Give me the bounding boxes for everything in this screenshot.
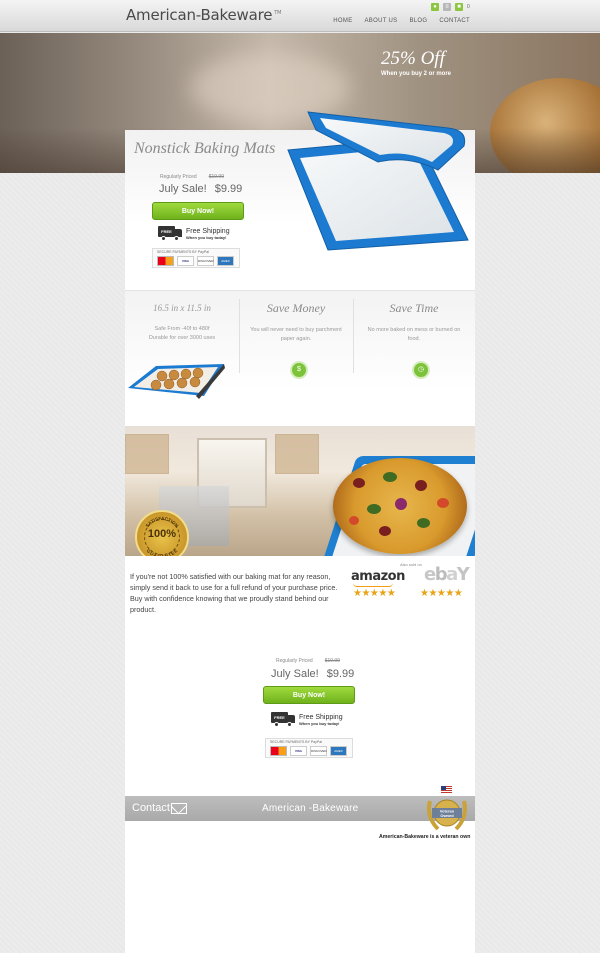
truck-label: FREE bbox=[158, 226, 175, 237]
baking-mat-image bbox=[287, 111, 469, 251]
list-icon[interactable]: ≡ bbox=[443, 3, 451, 11]
regular-price-row-2: Regularly Priced $19.99 bbox=[276, 658, 340, 664]
payment-badge: SECURE PAYMENTS BY PayPal VISA DISCOVER … bbox=[152, 248, 240, 268]
visa-icon: VISA bbox=[290, 746, 307, 756]
mail-icon[interactable] bbox=[171, 803, 187, 814]
amazon-rating-stars: ★★★★★ bbox=[353, 588, 396, 599]
user-icon[interactable]: ● bbox=[431, 3, 439, 11]
sale-price-row-2: July Sale! $9.99 bbox=[271, 668, 355, 680]
regular-price: $19.99 bbox=[208, 174, 224, 180]
regular-label: Regularly Priced bbox=[160, 174, 197, 180]
product-title: Nonstick Baking Mats bbox=[134, 140, 276, 157]
nav-home[interactable]: HOME bbox=[333, 18, 352, 24]
badge-line-2: Owned bbox=[440, 813, 454, 818]
temp-range-text: Safe From -40f to 480f bbox=[154, 326, 210, 332]
buy-now-button[interactable]: Buy Now! bbox=[152, 202, 244, 220]
save-money-title: Save Money bbox=[266, 301, 326, 315]
logo-tm: TM bbox=[274, 10, 282, 16]
veteran-caption: American-Bakeware is a veteran own bbox=[379, 834, 471, 840]
ebay-logo[interactable]: ebaY bbox=[424, 564, 470, 585]
free-shipping: FREE Free Shipping When you buy today! bbox=[158, 226, 230, 241]
truck-icon: FREE bbox=[271, 712, 295, 727]
discover-icon: DISCOVER bbox=[310, 746, 327, 756]
footer-contact-link[interactable]: Contact bbox=[132, 802, 170, 814]
pizza bbox=[333, 458, 467, 554]
amazon-logo[interactable]: amazon bbox=[351, 569, 405, 584]
ebay-rating-stars: ★★★★★ bbox=[420, 588, 463, 599]
save-time-title: Save Time bbox=[389, 301, 439, 315]
regular-price-row: Regularly Priced $19.99 bbox=[160, 174, 224, 180]
visa-icon: VISA bbox=[177, 256, 194, 266]
top-header bbox=[0, 0, 600, 32]
sale-price: $9.99 bbox=[214, 183, 243, 195]
mastercard-icon bbox=[157, 256, 174, 266]
amazon-smile-icon bbox=[353, 583, 393, 587]
truck-icon: FREE bbox=[158, 226, 182, 241]
amex-icon: AMEX bbox=[217, 256, 234, 266]
cookies-on-mat-image bbox=[128, 364, 225, 399]
sale-price-row: July Sale! $9.99 bbox=[159, 183, 242, 195]
sale-label: July Sale! bbox=[159, 183, 207, 195]
shipping-title: Free Shipping bbox=[186, 227, 230, 235]
guarantee-text: If you're not 100% satisfied with our ba… bbox=[130, 572, 338, 614]
secure-payments-label: SECURE PAYMENTS BY PayPal bbox=[157, 250, 209, 254]
veteran-owned-badge: Veteran Owned bbox=[427, 799, 467, 831]
durability-text: Durable for over 3000 uses bbox=[148, 335, 216, 341]
promo-title: 25% Off bbox=[381, 48, 445, 69]
site-logo[interactable]: American-Bakeware TM bbox=[126, 6, 281, 24]
discover-icon: DISCOVER bbox=[197, 256, 214, 266]
promo-subtitle: When you buy 2 or more bbox=[381, 71, 452, 77]
svg-text:SATISFACTION: SATISFACTION bbox=[145, 516, 180, 529]
footer-brand: American -Bakeware bbox=[262, 803, 359, 814]
header-icons: ● ≡ ■ 0 bbox=[431, 3, 470, 11]
amex-icon: AMEX bbox=[330, 746, 347, 756]
save-time-text: No more baked on mess or burned on food. bbox=[367, 327, 461, 342]
save-money-text: You will never need to buy parchment pap… bbox=[250, 327, 342, 342]
shipping-subtitle: When you buy today! bbox=[186, 234, 227, 240]
logo-text: American-Bakeware bbox=[126, 6, 273, 24]
seal-top-text: SATISFACTION bbox=[145, 516, 180, 529]
nav-about-us[interactable]: ABOUT US bbox=[365, 18, 398, 24]
buy-now-button-2[interactable]: Buy Now! bbox=[263, 686, 355, 704]
nav-blog[interactable]: BLOG bbox=[409, 18, 427, 24]
main-nav: HOME ABOUT US BLOG CONTACT bbox=[333, 18, 470, 24]
also-sold-label: Also sold on bbox=[400, 562, 422, 567]
cart-count: 0 bbox=[467, 4, 470, 10]
nav-contact[interactable]: CONTACT bbox=[439, 18, 470, 24]
free-shipping-2: FREE Free Shipping When you buy today! bbox=[271, 712, 343, 727]
dollar-icon: $ bbox=[290, 361, 308, 379]
mastercard-icon bbox=[270, 746, 287, 756]
clock-icon: ◷ bbox=[412, 361, 430, 379]
payment-badge-2: SECURE PAYMENTS BY PayPal VISA DISCOVER … bbox=[265, 738, 353, 758]
cart-icon[interactable]: ■ bbox=[455, 3, 463, 11]
size-title: 16.5 in x 11.5 in bbox=[153, 303, 211, 313]
